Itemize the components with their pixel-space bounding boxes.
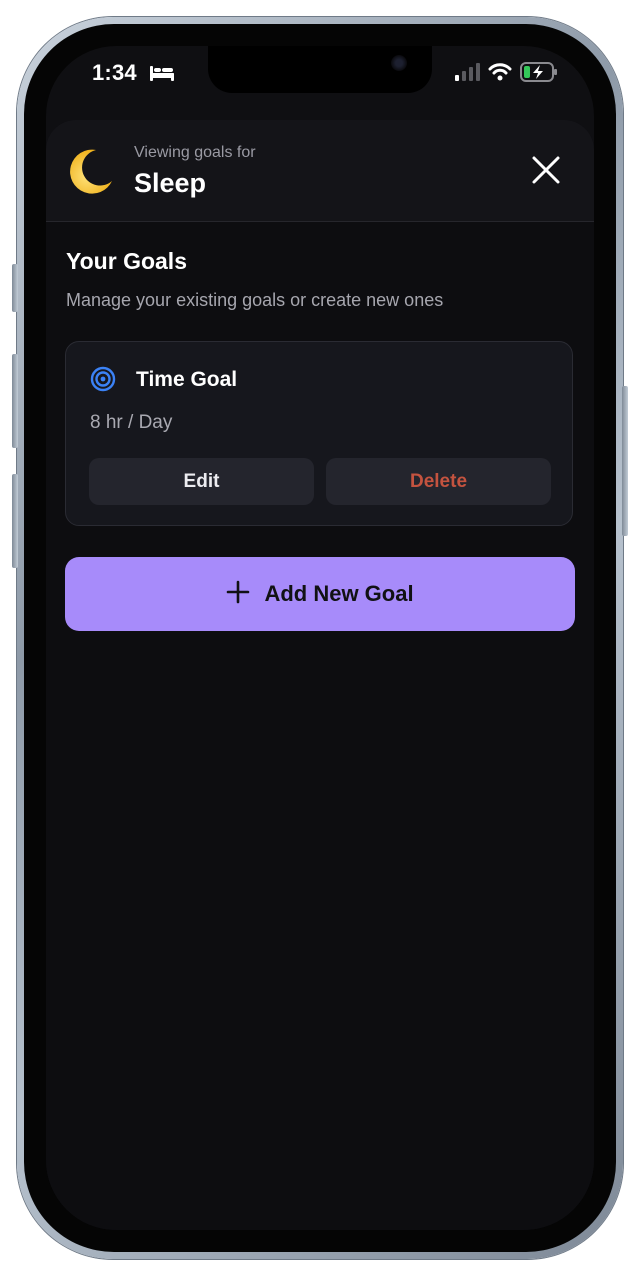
power-button bbox=[622, 386, 628, 536]
viewing-label: Viewing goals for bbox=[134, 144, 256, 161]
close-icon bbox=[531, 155, 561, 190]
activity-title: Sleep bbox=[134, 168, 207, 198]
close-button[interactable] bbox=[526, 152, 566, 192]
crescent-moon-icon bbox=[66, 147, 114, 200]
cellular-signal-icon bbox=[454, 63, 480, 86]
volume-up-button bbox=[12, 354, 18, 448]
goal-card: Time Goal 8 hr / Day Edit Delete bbox=[65, 341, 573, 526]
status-time: 1:34 bbox=[92, 60, 137, 85]
bed-icon bbox=[149, 64, 175, 87]
goal-value: 8 hr / Day bbox=[90, 412, 173, 433]
add-new-goal-label: Add New Goal bbox=[264, 581, 414, 606]
section-subtitle: Manage your existing goals or create new… bbox=[66, 290, 444, 310]
target-icon bbox=[90, 366, 116, 397]
front-camera bbox=[391, 55, 407, 71]
goals-sheet: Viewing goals for Sleep Your Goals Manag… bbox=[46, 120, 594, 1230]
plus-icon bbox=[226, 580, 250, 609]
delete-goal-button[interactable]: Delete bbox=[326, 458, 551, 505]
goal-type: Time Goal bbox=[136, 368, 238, 391]
silent-switch bbox=[12, 264, 18, 312]
notch bbox=[208, 46, 432, 93]
sheet-header: Viewing goals for Sleep bbox=[46, 120, 594, 222]
section-title: Your Goals bbox=[66, 248, 187, 274]
status-icons bbox=[454, 62, 558, 87]
app-screen: 1:34 Viewing goals for Sleep Your Goals … bbox=[46, 46, 594, 1230]
edit-goal-button[interactable]: Edit bbox=[89, 458, 314, 505]
battery-charging-icon bbox=[520, 62, 558, 87]
add-new-goal-button[interactable]: Add New Goal bbox=[65, 557, 575, 631]
wifi-icon bbox=[488, 63, 512, 86]
volume-down-button bbox=[12, 474, 18, 568]
